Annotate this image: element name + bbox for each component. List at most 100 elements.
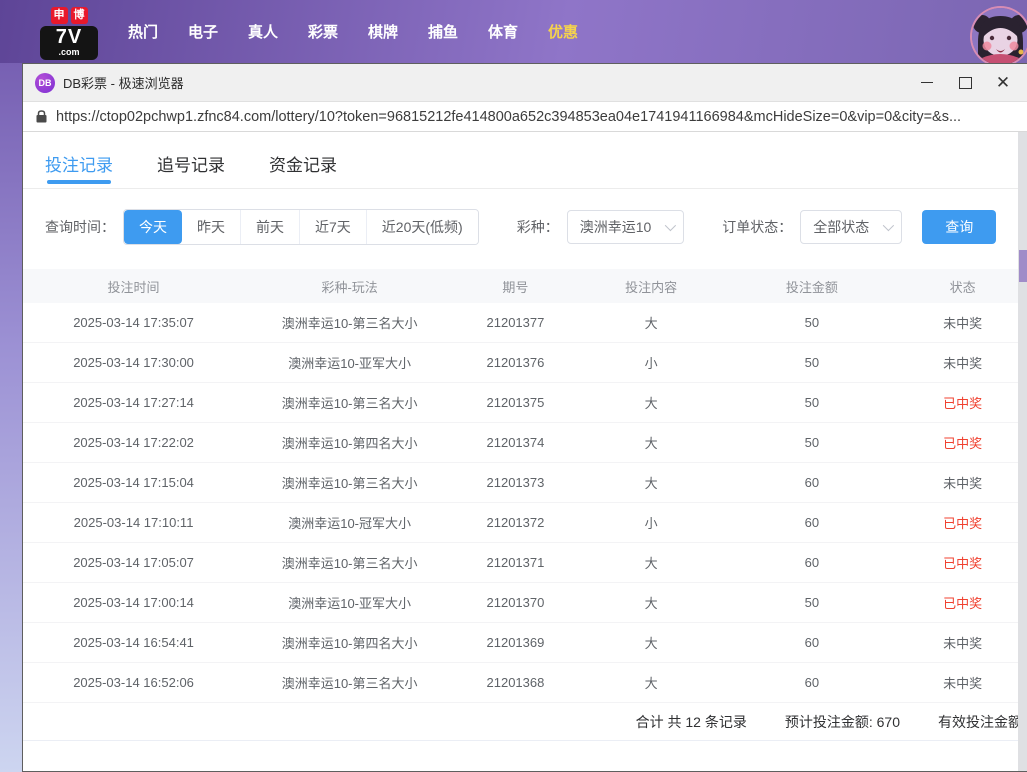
cell-period: 21201368 (455, 675, 576, 690)
cell-status: 未中奖 (897, 633, 1027, 652)
scrollbar-thumb[interactable] (1019, 250, 1027, 282)
time-range-button[interactable]: 前天 (240, 210, 299, 244)
cell-status: 已中奖 (897, 393, 1027, 412)
summary-total: 合计 共 12 条记录 (636, 712, 747, 732)
nav-menu-item[interactable]: 真人 (233, 21, 293, 42)
order-status-select[interactable]: 全部状态 (800, 210, 902, 244)
maximize-button[interactable] (946, 68, 984, 98)
cell-bet-content: 大 (576, 673, 727, 692)
table-header-cell: 投注内容 (576, 277, 727, 296)
table-row[interactable]: 2025-03-14 17:27:14 澳洲幸运10-第三名大小 2120137… (23, 383, 1027, 423)
record-tab[interactable]: 资金记录 (269, 151, 337, 188)
avatar-illustration (972, 8, 1027, 65)
nav-menu-item[interactable]: 体育 (473, 21, 533, 42)
cell-game-play: 澳洲幸运10-第三名大小 (244, 673, 455, 692)
browser-favicon: DB (35, 73, 55, 93)
cell-status: 已中奖 (897, 513, 1027, 532)
nav-menu-item[interactable]: 电子 (173, 21, 233, 42)
query-time-label: 查询时间： (45, 217, 115, 237)
cell-game-play: 澳洲幸运10-第三名大小 (244, 473, 455, 492)
cell-game-play: 澳洲幸运10-第三名大小 (244, 553, 455, 572)
site-top-nav: 申 博 7V .com 热门 电子 真人 彩票 棋牌 捕鱼 体育 优惠 (0, 0, 1027, 63)
cell-period: 21201371 (455, 555, 576, 570)
cell-period: 21201369 (455, 635, 576, 650)
cell-bet-amount: 60 (726, 515, 897, 530)
cell-game-play: 澳洲幸运10-第四名大小 (244, 633, 455, 652)
logo-7v: 7V (44, 27, 94, 48)
table-row[interactable]: 2025-03-14 17:15:04 澳洲幸运10-第三名大小 2120137… (23, 463, 1027, 503)
logo-char-bo: 博 (71, 7, 88, 24)
table-row[interactable]: 2025-03-14 16:54:41 澳洲幸运10-第四名大小 2120136… (23, 623, 1027, 663)
site-logo[interactable]: 申 博 7V .com (40, 7, 98, 60)
nav-menu-item[interactable]: 优惠 (533, 21, 593, 42)
record-tab[interactable]: 投注记录 (45, 151, 113, 188)
table-row[interactable]: 2025-03-14 17:00:14 澳洲幸运10-亚军大小 21201370… (23, 583, 1027, 623)
time-range-button[interactable]: 近20天(低频) (366, 210, 478, 244)
cell-bet-content: 小 (576, 353, 727, 372)
time-range-group: 今天 昨天 前天 近7天 近20天(低频) (123, 209, 479, 245)
cell-bet-time: 2025-03-14 17:22:02 (23, 435, 244, 450)
cell-bet-time: 2025-03-14 17:30:00 (23, 355, 244, 370)
cell-bet-amount: 60 (726, 475, 897, 490)
cell-status: 未中奖 (897, 353, 1027, 372)
url-text: https://ctop02pchwp1.zfnc84.com/lottery/… (56, 109, 961, 125)
nav-menu-item[interactable]: 热门 (113, 21, 173, 42)
table-row[interactable]: 2025-03-14 17:30:00 澳洲幸运10-亚军大小 21201376… (23, 343, 1027, 383)
cell-game-play: 澳洲幸运10-第四名大小 (244, 433, 455, 452)
nav-menu-item[interactable]: 棋牌 (353, 21, 413, 42)
cell-bet-amount: 50 (726, 435, 897, 450)
page-content: 投注记录 追号记录 资金记录 查询时间： 今天 昨天 前天 近7天 近20天( (23, 133, 1027, 771)
record-tabs: 投注记录 追号记录 资金记录 (23, 133, 1027, 189)
logo-char-shen: 申 (51, 7, 68, 24)
cell-period: 21201377 (455, 315, 576, 330)
cell-game-play: 澳洲幸运10-第三名大小 (244, 393, 455, 412)
cell-bet-time: 2025-03-14 17:10:11 (23, 515, 244, 530)
cell-bet-time: 2025-03-14 17:35:07 (23, 315, 244, 330)
cell-bet-content: 大 (576, 393, 727, 412)
cell-game-play: 澳洲幸运10-亚军大小 (244, 353, 455, 372)
cell-bet-time: 2025-03-14 16:54:41 (23, 635, 244, 650)
nav-menu-item[interactable]: 彩票 (293, 21, 353, 42)
table-row[interactable]: 2025-03-14 17:05:07 澳洲幸运10-第三名大小 2120137… (23, 543, 1027, 583)
table-row[interactable]: 2025-03-14 17:35:07 澳洲幸运10-第三名大小 2120137… (23, 303, 1027, 343)
cell-status: 已中奖 (897, 553, 1027, 572)
time-range-button[interactable]: 昨天 (182, 210, 240, 244)
cell-bet-content: 大 (576, 633, 727, 652)
cell-game-play: 澳洲幸运10-冠军大小 (244, 513, 455, 532)
window-title-bar[interactable]: DB DB彩票 - 极速浏览器 ✕ (23, 64, 1027, 102)
cell-bet-time: 2025-03-14 17:00:14 (23, 595, 244, 610)
time-range-button[interactable]: 今天 (124, 210, 182, 244)
chevron-down-icon (883, 220, 894, 231)
record-tab[interactable]: 追号记录 (157, 151, 225, 188)
cell-status: 未中奖 (897, 313, 1027, 332)
address-bar[interactable]: https://ctop02pchwp1.zfnc84.com/lottery/… (23, 102, 1027, 132)
cell-status: 已中奖 (897, 433, 1027, 452)
nav-menu-item[interactable]: 捕鱼 (413, 21, 473, 42)
window-title: DB彩票 - 极速浏览器 (63, 73, 908, 92)
vertical-scrollbar[interactable] (1018, 132, 1027, 771)
table-header-cell: 投注金额 (726, 277, 897, 296)
cell-period: 21201373 (455, 475, 576, 490)
table-row[interactable]: 2025-03-14 17:10:11 澳洲幸运10-冠军大小 21201372… (23, 503, 1027, 543)
search-button[interactable]: 查询 (922, 210, 996, 244)
filter-bar: 查询时间： 今天 昨天 前天 近7天 近20天(低频) 彩种： 澳洲幸运10 (45, 209, 1027, 245)
cell-bet-amount: 50 (726, 355, 897, 370)
cell-bet-time: 2025-03-14 17:27:14 (23, 395, 244, 410)
table-row[interactable]: 2025-03-14 17:22:02 澳洲幸运10-第四名大小 2120137… (23, 423, 1027, 463)
cell-bet-amount: 50 (726, 595, 897, 610)
browser-window: DB DB彩票 - 极速浏览器 ✕ https://ctop02pchwp1.z… (22, 63, 1027, 772)
summary-bar: 合计 共 12 条记录 预计投注金额: 670 有效投注金额 (23, 703, 1027, 741)
cell-bet-amount: 60 (726, 635, 897, 650)
cell-bet-content: 大 (576, 553, 727, 572)
user-avatar[interactable] (972, 8, 1027, 65)
lottery-type-value: 澳洲幸运10 (580, 217, 652, 237)
cell-bet-content: 大 (576, 313, 727, 332)
table-row[interactable]: 2025-03-14 16:52:06 澳洲幸运10-第三名大小 2120136… (23, 663, 1027, 703)
table-header-cell: 彩种-玩法 (244, 277, 455, 296)
time-range-button[interactable]: 近7天 (299, 210, 366, 244)
minimize-button[interactable] (908, 68, 946, 98)
cell-period: 21201370 (455, 595, 576, 610)
lottery-type-select[interactable]: 澳洲幸运10 (567, 210, 685, 244)
close-button[interactable]: ✕ (984, 68, 1022, 98)
cell-bet-content: 小 (576, 513, 727, 532)
